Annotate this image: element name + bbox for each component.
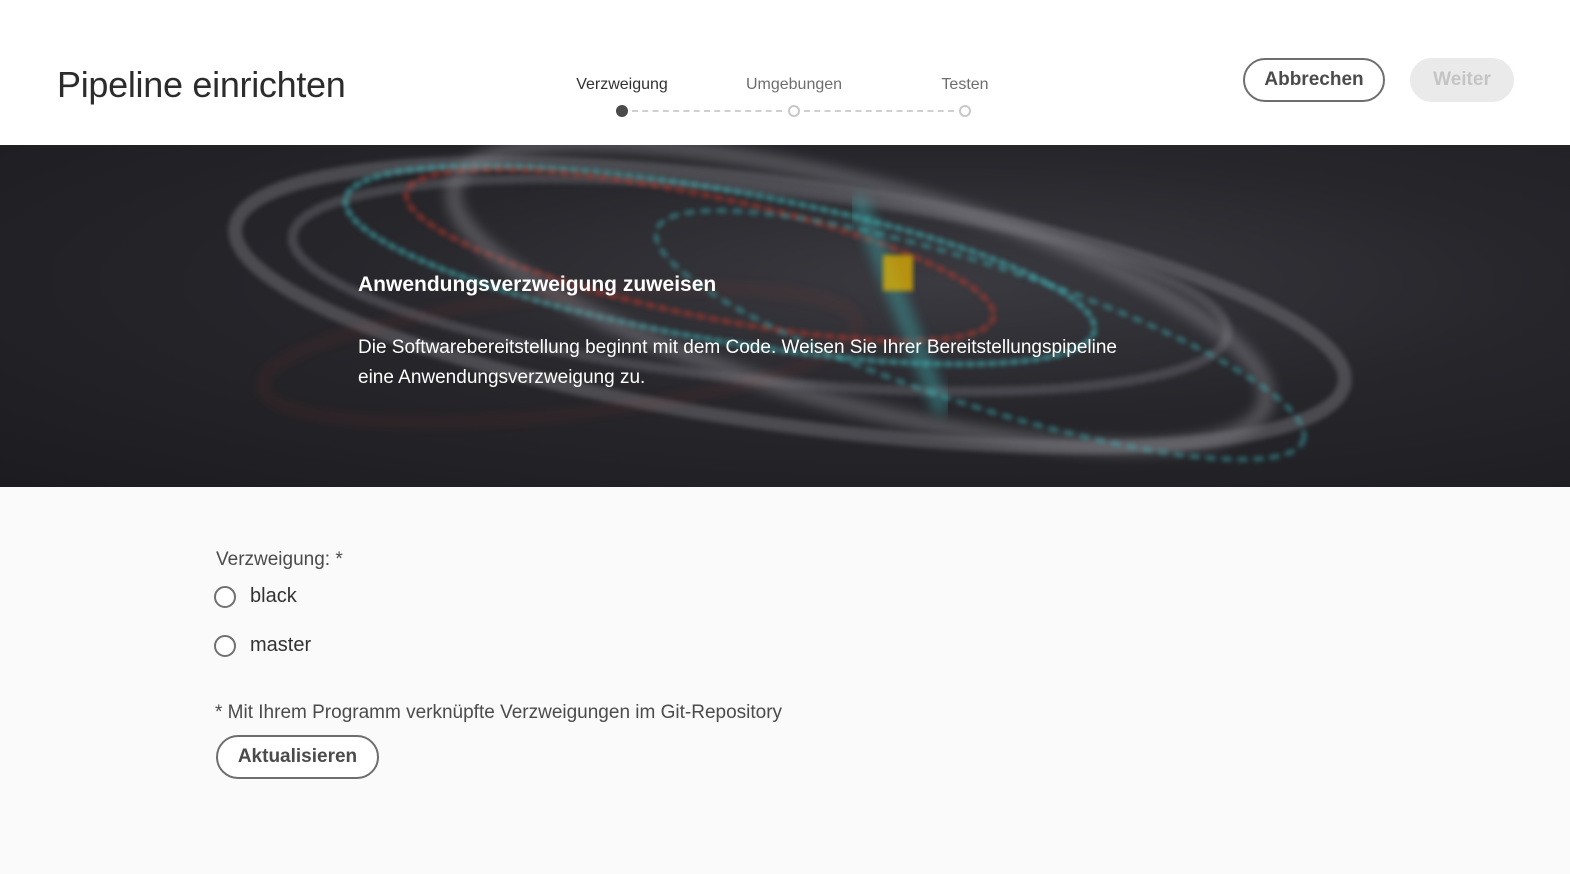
step-dot-testen xyxy=(959,105,971,117)
branch-field-label: Verzweigung: * xyxy=(216,549,343,570)
stepper: Verzweigung Umgebungen Testen xyxy=(560,74,1000,124)
step-dot-umgebungen xyxy=(788,105,800,117)
branch-option-master[interactable]: master xyxy=(214,634,311,657)
radio-button[interactable] xyxy=(214,585,236,608)
step-connector xyxy=(632,110,782,112)
step-label-verzweigung: Verzweigung xyxy=(576,76,668,93)
radio-label: master xyxy=(250,634,312,656)
radio-label: black xyxy=(250,585,297,607)
step-dot-verzweigung xyxy=(616,105,628,117)
header: Pipeline einrichten Verzweigung Umgebung… xyxy=(0,0,1570,145)
refresh-button[interactable]: Aktualisieren xyxy=(216,735,379,779)
next-button[interactable]: Weiter xyxy=(1410,58,1514,102)
hero-description: Die Softwarebereitstellung beginnt mit d… xyxy=(358,337,1117,388)
cancel-button[interactable]: Abbrechen xyxy=(1243,58,1385,102)
step-connector xyxy=(804,110,954,112)
step-label-testen: Testen xyxy=(941,76,989,93)
page-title: Pipeline einrichten xyxy=(57,64,346,105)
step-label-umgebungen: Umgebungen xyxy=(745,76,843,93)
hero-banner: Anwendungsverzweigung zuweisen Die Softw… xyxy=(0,145,1570,487)
radio-button[interactable] xyxy=(214,634,236,657)
branch-footnote: * Mit Ihrem Programm verknüpfte Verzweig… xyxy=(215,702,783,723)
hero-background-art xyxy=(228,145,1352,462)
branch-option-black[interactable]: black xyxy=(214,585,297,608)
hero-title: Anwendungsverzweigung zuweisen xyxy=(358,273,717,296)
